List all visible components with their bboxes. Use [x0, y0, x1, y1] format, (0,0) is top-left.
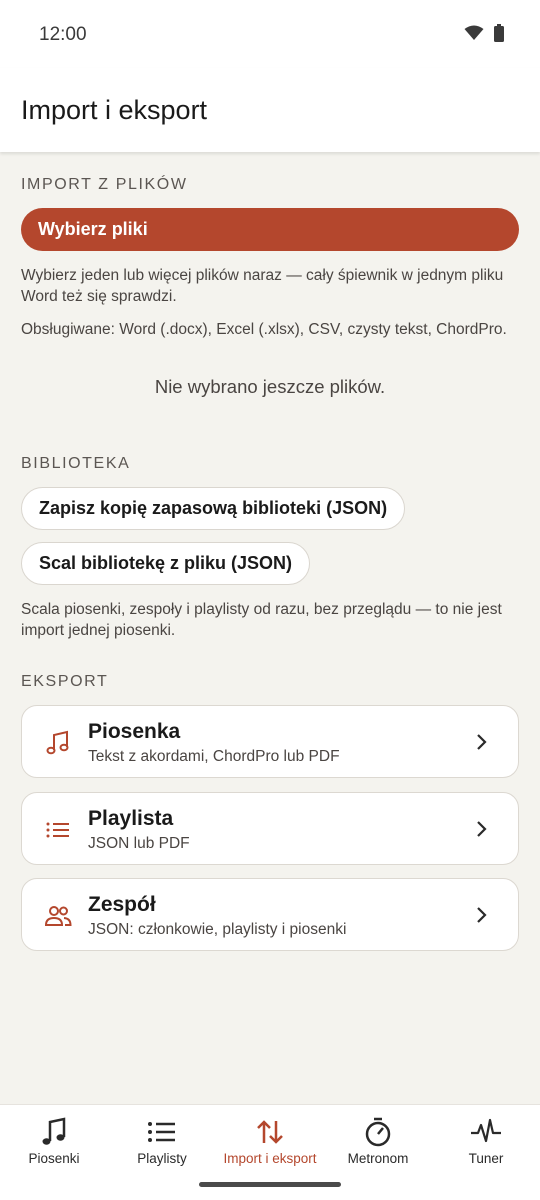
export-band-subtitle: JSON: członkowie, playlisty i piosenki [88, 921, 347, 938]
status-bar: 12:00 [0, 0, 540, 68]
group-icon [44, 906, 72, 926]
nav-label-metronome: Metronom [347, 1151, 409, 1166]
choose-files-button[interactable]: Wybierz pliki [21, 208, 519, 251]
nav-label-songs: Piosenki [28, 1151, 80, 1166]
library-section-label: BIBLIOTEKA [21, 455, 131, 472]
export-song-title: Piosenka [88, 720, 181, 743]
export-band-card[interactable]: Zespół JSON: członkowie, playlisty i pio… [21, 878, 519, 951]
wifi-icon [464, 25, 484, 40]
swap-arrows-icon [257, 1120, 283, 1144]
nav-label-playlists: Playlisty [137, 1151, 187, 1166]
supported-formats-text: Obsługiwane: Word (.docx), Excel (.xlsx)… [21, 321, 507, 338]
music-note-icon [42, 1117, 66, 1145]
library-helper-text: Scala piosenki, zespoły i playlisty od r… [21, 601, 502, 639]
nav-label-tuner: Tuner [468, 1151, 504, 1166]
status-time: 12:00 [39, 24, 87, 45]
import-section-label: IMPORT Z PLIKÓW [21, 176, 188, 193]
nav-item-metronome[interactable]: Metronom [324, 1105, 432, 1185]
nav-item-tuner[interactable]: Tuner [432, 1105, 540, 1185]
no-files-note: Nie wybrano jeszcze plików. [154, 376, 386, 397]
gesture-handle[interactable] [199, 1182, 341, 1187]
nav-label-import-export: Import i eksport [223, 1151, 317, 1166]
export-playlist-subtitle: JSON lub PDF [88, 835, 190, 852]
chevron-right-icon [477, 821, 487, 837]
export-playlist-card[interactable]: Playlista JSON lub PDF [21, 792, 519, 865]
battery-icon [494, 24, 504, 42]
backup-library-button[interactable]: Zapisz kopię zapasową biblioteki (JSON) [21, 487, 406, 530]
page-title: Import i eksport [21, 95, 208, 125]
nav-item-import-export[interactable]: Import i eksport [216, 1105, 324, 1185]
metronome-icon [365, 1117, 391, 1147]
chevron-right-icon [477, 734, 487, 750]
export-band-title: Zespół [88, 893, 156, 916]
nav-item-songs[interactable]: Piosenki [0, 1105, 108, 1185]
status-icons [464, 24, 504, 42]
export-playlist-title: Playlista [88, 807, 174, 830]
merge-library-button[interactable]: Scal bibliotekę z pliku (JSON) [21, 542, 311, 585]
music-note-icon [46, 730, 69, 755]
export-song-subtitle: Tekst z akordami, ChordPro lub PDF [88, 748, 340, 765]
list-icon [46, 822, 69, 838]
export-song-card[interactable]: Piosenka Tekst z akordami, ChordPro lub … [21, 705, 519, 778]
nav-item-playlists[interactable]: Playlisty [108, 1105, 216, 1185]
app-bar: Import i eksport [0, 68, 540, 152]
waveform-icon [471, 1118, 501, 1143]
list-icon [148, 1122, 175, 1142]
import-helper-text: Wybierz jeden lub więcej plików naraz — … [21, 267, 504, 305]
chevron-right-icon [477, 907, 487, 923]
export-section-label: EKSPORT [21, 673, 109, 690]
